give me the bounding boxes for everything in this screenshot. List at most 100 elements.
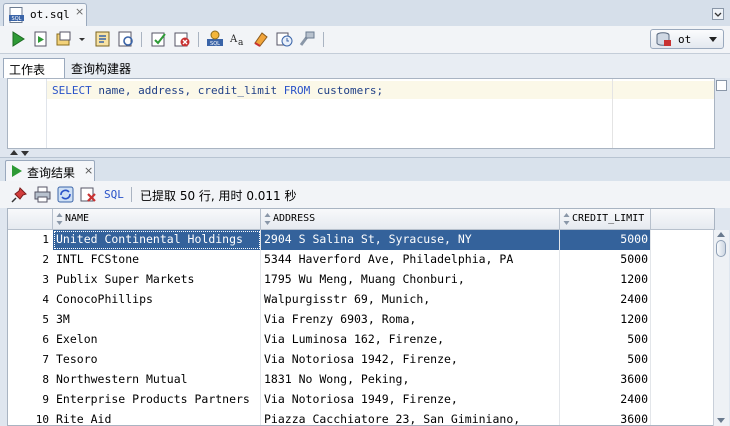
- svg-text:SQL: SQL: [210, 41, 220, 47]
- row-number-header: [8, 209, 53, 229]
- run-statement-icon[interactable]: [9, 30, 27, 48]
- vertical-scrollbar[interactable]: [713, 230, 729, 426]
- run-script-icon[interactable]: [32, 30, 50, 48]
- cell-credit-limit[interactable]: 3600: [560, 410, 651, 425]
- table-row[interactable]: 8 Northwestern Mutual 1831 No Wong, Peking…: [8, 370, 714, 390]
- cell-address[interactable]: 1795 Wu Meng, Muang Chonburi,: [261, 270, 560, 290]
- cell-name[interactable]: 3M: [53, 310, 261, 330]
- cell-credit-limit[interactable]: 2400: [560, 390, 651, 410]
- unshared-worksheet-icon[interactable]: SQL: [206, 30, 224, 48]
- column-header-credit-limit[interactable]: CREDIT_LIMIT: [560, 209, 651, 229]
- column-header-address[interactable]: ADDRESS: [261, 209, 560, 229]
- tab-worksheet[interactable]: 工作表: [3, 58, 65, 78]
- pin-icon[interactable]: [11, 186, 28, 203]
- clear-icon[interactable]: [252, 30, 270, 48]
- cell-credit-limit[interactable]: 500: [560, 330, 651, 350]
- cell-address[interactable]: Walpurgisstr 69, Munich,: [261, 290, 560, 310]
- panel-splitter[interactable]: [0, 149, 730, 157]
- scroll-up-icon[interactable]: [717, 232, 725, 237]
- column-header-name[interactable]: NAME: [53, 209, 261, 229]
- cell-address[interactable]: 2904 S Salina St, Syracuse, NY: [261, 230, 560, 250]
- cell-credit-limit[interactable]: 1200: [560, 310, 651, 330]
- collapse-up-icon[interactable]: [10, 150, 18, 155]
- dropdown-arrow-icon[interactable]: [77, 30, 87, 48]
- cell-address[interactable]: 5344 Haverford Ave, Philadelphia, PA: [261, 250, 560, 270]
- cell-credit-limit[interactable]: 2400: [560, 290, 651, 310]
- refresh-icon[interactable]: [57, 186, 74, 203]
- cell-name[interactable]: Northwestern Mutual: [53, 370, 261, 390]
- cell-address[interactable]: Piazza Cacchiatore 23, San Giminiano,: [261, 410, 560, 425]
- cell-credit-limit[interactable]: 1200: [560, 270, 651, 290]
- table-row[interactable]: 6 Exelon Via Luminosa 162, Firenze, 500: [8, 330, 714, 350]
- fetch-status: 已提取 50 行, 用时 0.011 秒: [140, 189, 297, 203]
- cell-address[interactable]: Via Frenzy 6903, Roma,: [261, 310, 560, 330]
- row-number: 10: [35, 413, 49, 426]
- result-grid[interactable]: NAME ADDRESS CREDIT_LIMIT 1 United Contin…: [7, 208, 715, 426]
- table-row[interactable]: 1 United Continental Holdings 2904 S Salin…: [8, 230, 714, 250]
- cell-name[interactable]: United Continental Holdings: [53, 230, 261, 250]
- line-number-gutter: [8, 79, 47, 148]
- to-upper-lower-icon[interactable]: Aa: [229, 30, 247, 48]
- table-row[interactable]: 3 Publix Super Markets 1795 Wu Meng, Muang…: [8, 270, 714, 290]
- tab-query-result[interactable]: 查询结果 ×: [5, 160, 95, 182]
- table-row[interactable]: 2 INTL FCStone 5344 Haverford Ave, Philade…: [8, 250, 714, 270]
- explain-plan-icon[interactable]: [94, 30, 112, 48]
- cell-address[interactable]: Via Notoriosa 1942, Firenze,: [261, 350, 560, 370]
- table-row[interactable]: 7 Tesoro Via Notoriosa 1942, Firenze, 500: [8, 350, 714, 370]
- sql-token: name, address, credit_limit: [98, 84, 284, 97]
- cell-name[interactable]: Exelon: [53, 330, 261, 350]
- cell-credit-limit[interactable]: 500: [560, 350, 651, 370]
- tab-query-builder[interactable]: 查询构建器: [66, 58, 146, 78]
- sql-statement[interactable]: SELECT name, address, credit_limit FROM …: [52, 84, 383, 97]
- table-row[interactable]: 10 Rite Aid Piazza Cacchiatore 23, San Gim…: [8, 410, 714, 426]
- cell-name[interactable]: ConocoPhillips: [53, 290, 261, 310]
- row-number: 1: [42, 233, 49, 246]
- print-icon[interactable]: [34, 186, 51, 203]
- sql-token: FROM: [283, 84, 317, 97]
- file-tab-ot-sql[interactable]: SQL ot.sql ×: [3, 3, 87, 26]
- toolbar-separator: [141, 32, 142, 47]
- cell-name[interactable]: Rite Aid: [53, 410, 261, 425]
- table-row[interactable]: 9 Enterprise Products Partners Via Notorio…: [8, 390, 714, 410]
- format-icon[interactable]: [298, 30, 316, 48]
- file-tab-close-icon[interactable]: ×: [75, 5, 84, 18]
- cell-credit-limit[interactable]: 5000: [560, 230, 651, 250]
- cell-credit-limit[interactable]: 5000: [560, 250, 651, 270]
- row-number: 2: [42, 253, 49, 266]
- svg-text:SQL: SQL: [12, 16, 22, 22]
- autotrace-icon[interactable]: [55, 30, 73, 48]
- editor-right-margin: [612, 79, 613, 148]
- rollback-icon[interactable]: [173, 30, 191, 48]
- sql-file-icon: SQL: [9, 7, 24, 23]
- window-menu-icon[interactable]: [712, 8, 724, 20]
- sort-icon[interactable]: [563, 212, 570, 226]
- sql-button[interactable]: SQL: [104, 188, 124, 201]
- sql-tuning-icon[interactable]: [117, 30, 135, 48]
- delete-icon[interactable]: [80, 186, 97, 203]
- cell-address[interactable]: 1831 No Wong, Peking,: [261, 370, 560, 390]
- cell-credit-limit[interactable]: 3600: [560, 370, 651, 390]
- commit-icon[interactable]: [150, 30, 168, 48]
- table-row[interactable]: 4 ConocoPhillips Walpurgisstr 69, Munich, 2…: [8, 290, 714, 310]
- svg-text:A: A: [229, 34, 238, 45]
- sort-icon[interactable]: [264, 212, 271, 226]
- cell-name[interactable]: Publix Super Markets: [53, 270, 261, 290]
- row-number: 5: [42, 313, 49, 326]
- sort-icon[interactable]: [56, 212, 63, 226]
- cell-address[interactable]: Via Luminosa 162, Firenze,: [261, 330, 560, 350]
- scrollbar-thumb[interactable]: [716, 240, 726, 257]
- cell-name[interactable]: Enterprise Products Partners: [53, 390, 261, 410]
- sql-editor[interactable]: SELECT name, address, credit_limit FROM …: [7, 78, 715, 149]
- sql-history-icon[interactable]: [275, 30, 293, 48]
- collapse-down-icon[interactable]: [21, 151, 29, 156]
- cell-name[interactable]: Tesoro: [53, 350, 261, 370]
- row-number: 8: [42, 373, 49, 386]
- query-result-close-icon[interactable]: ×: [84, 164, 93, 177]
- connection-selector[interactable]: ot: [650, 29, 724, 49]
- editor-subtabs: 工作表 查询构建器: [0, 54, 730, 78]
- cell-address[interactable]: Via Notoriosa 1949, Firenze,: [261, 390, 560, 410]
- scroll-down-icon[interactable]: [717, 418, 725, 423]
- cell-name[interactable]: INTL FCStone: [53, 250, 261, 270]
- results-tab-bar: 查询结果 ×: [0, 157, 730, 182]
- table-row[interactable]: 5 3M Via Frenzy 6903, Roma, 1200: [8, 310, 714, 330]
